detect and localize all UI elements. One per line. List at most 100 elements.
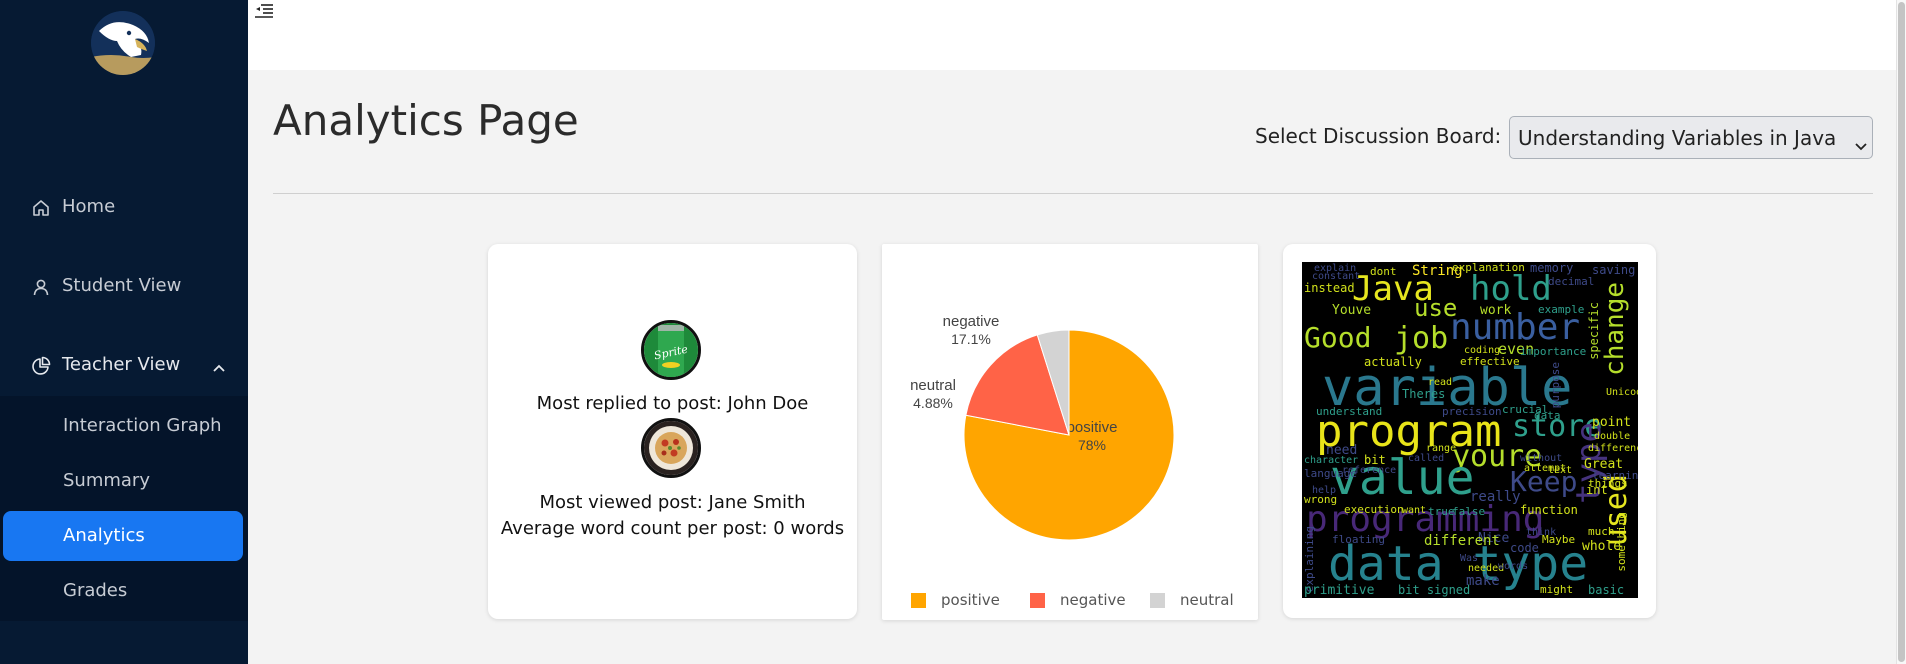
word-cloud-word: constant	[1312, 271, 1361, 282]
word-cloud-word: double	[1594, 431, 1631, 442]
sidebar-item-label: Home	[62, 196, 116, 217]
sidebar-item-label: Analytics	[63, 525, 145, 546]
page-scrollbar[interactable]	[1896, 0, 1906, 664]
pie-label-negative: negative	[943, 313, 1000, 330]
word-cloud-word: help	[1312, 485, 1337, 496]
word-cloud-word: Good	[1304, 321, 1372, 354]
word-cloud-word: different	[1424, 533, 1500, 549]
average-word-count: Average word count per post: 0 words	[500, 518, 845, 539]
word-cloud-word: make	[1466, 573, 1500, 589]
word-cloud-word: saving	[1592, 263, 1636, 277]
word-cloud-word: point	[1592, 415, 1632, 430]
sentiment-pie-chart: positive78% negative17.1% neutral4.88%	[910, 313, 1175, 541]
legend-label: negative	[1060, 591, 1126, 609]
legend-label: positive	[941, 591, 1000, 609]
sidebar-item-home[interactable]: Home	[0, 183, 248, 233]
word-cloud-word: importance	[1520, 345, 1587, 358]
word-cloud-word: instead	[1304, 281, 1355, 295]
word-cloud-word: data	[1534, 409, 1561, 422]
sprite-can-image: Sprite	[641, 320, 701, 380]
word-cloud-word: called	[1408, 453, 1445, 464]
sidebar-item-label: Interaction Graph	[63, 415, 222, 436]
sidebar-item-student-view[interactable]: Student View	[0, 262, 248, 312]
word-cloud-word: specific	[1587, 302, 1601, 360]
pie-label-positive: positive	[1067, 419, 1118, 436]
posts-summary-card: Sprite Most replied to post: John Doe Mo…	[488, 244, 857, 619]
select-value: Understanding Variables in Java	[1518, 126, 1837, 150]
word-cloud-word: explanation	[1452, 262, 1525, 274]
sidebar-toggle-icon[interactable]	[254, 2, 274, 20]
eagle-logo-icon[interactable]	[91, 11, 155, 75]
discussion-board-label: Select Discussion Board:	[1255, 124, 1502, 148]
word-cloud-word: false	[1452, 505, 1486, 518]
sidebar-item-label: Teacher View	[62, 354, 181, 375]
word-cloud-word: actually	[1364, 355, 1422, 369]
word-cloud-word: hold	[1470, 269, 1552, 309]
page-title: Analytics Page	[273, 96, 579, 145]
sidebar-item-grades[interactable]: Grades	[3, 566, 243, 616]
word-cloud-word: want	[1402, 505, 1427, 516]
word-cloud-word: basic	[1588, 583, 1625, 597]
pasta-dish-image	[641, 418, 701, 478]
sentiment-pie-card: positive 78% negative 17.1% neutral 4.88% pos…	[882, 244, 1258, 620]
word-cloud-word: function	[1520, 503, 1578, 517]
pie-value-neutral: 4.88%	[913, 395, 953, 411]
word-cloud-word: difference	[1588, 443, 1638, 454]
chevron-up-icon[interactable]	[212, 359, 226, 373]
top-bar	[248, 0, 1896, 70]
word-cloud-word: primitive	[1304, 583, 1375, 598]
word-cloud-word: understand	[1316, 405, 1383, 418]
word-cloud-word: purpose	[1549, 362, 1562, 409]
scrollbar-thumb[interactable]	[1898, 2, 1905, 662]
word-cloud-word: might	[1540, 583, 1574, 596]
word-cloud-word: change	[1600, 282, 1630, 376]
word-cloud-word: precision	[1442, 405, 1502, 418]
discussion-board-select[interactable]: Understanding Variables in Java	[1509, 116, 1873, 159]
word-cloud-word: language	[1304, 467, 1357, 480]
word-cloud-word: something	[1615, 512, 1628, 572]
sidebar: Home Student View Teacher View Interacti…	[0, 0, 248, 664]
word-cloud-word: memory	[1530, 262, 1574, 275]
legend-label: neutral	[1180, 591, 1234, 609]
legend-swatch	[1150, 593, 1165, 608]
word-cloud-word: really	[1470, 489, 1521, 505]
word-cloud-word: things	[1588, 477, 1628, 490]
word-cloud-word: floating	[1332, 533, 1385, 546]
most-viewed-post: Most viewed post: Jane Smith	[539, 492, 806, 513]
sidebar-item-label: Student View	[62, 275, 182, 296]
sidebar-item-summary[interactable]: Summary	[3, 456, 243, 506]
word-cloud-word: Maybe	[1542, 533, 1576, 546]
teacher-submenu: Interaction Graph Summary Analytics Grad…	[0, 396, 248, 621]
word-cloud-word: work	[1480, 303, 1512, 318]
sidebar-item-interaction-graph[interactable]: Interaction Graph	[3, 401, 243, 451]
pie-value-negative: 17.1%	[951, 331, 991, 347]
header-divider	[273, 193, 1873, 194]
legend-swatch	[911, 593, 926, 608]
word-cloud-word: example	[1538, 303, 1585, 316]
word-cloud-word: true	[1428, 505, 1455, 518]
word-cloud-word: Theres	[1402, 387, 1446, 401]
word-cloud-word: Unicode	[1606, 387, 1638, 398]
sidebar-item-teacher-view[interactable]: Teacher View	[0, 341, 248, 391]
word-cloud-word: bit signed	[1398, 583, 1471, 597]
word-cloud-word: read	[1428, 377, 1453, 388]
most-replied-post: Most replied to post: John Doe	[536, 393, 809, 414]
word-cloud-word: Was	[1460, 553, 1479, 564]
word-cloud-word: text	[1548, 465, 1573, 476]
pie-chart-icon	[31, 356, 51, 376]
sidebar-item-label: Grades	[63, 580, 128, 601]
pie-value-positive: 78%	[1078, 437, 1106, 453]
word-cloud-word: Youve	[1332, 303, 1372, 318]
user-icon	[31, 277, 51, 297]
sidebar-item-label: Summary	[63, 470, 150, 491]
home-icon	[31, 198, 51, 218]
word-cloud-image: Java hold use number change Good job variable pr…	[1302, 262, 1638, 598]
chevron-down-icon	[1855, 133, 1867, 151]
word-cloud-word: range	[1426, 443, 1457, 454]
sidebar-item-analytics[interactable]: Analytics	[3, 511, 243, 561]
word-cloud-word: execution	[1344, 503, 1404, 516]
word-cloud-word: dont	[1370, 265, 1397, 278]
legend-swatch	[1030, 593, 1045, 608]
word-cloud-word: decimal	[1548, 275, 1595, 288]
pie-label-neutral: neutral	[910, 377, 956, 394]
